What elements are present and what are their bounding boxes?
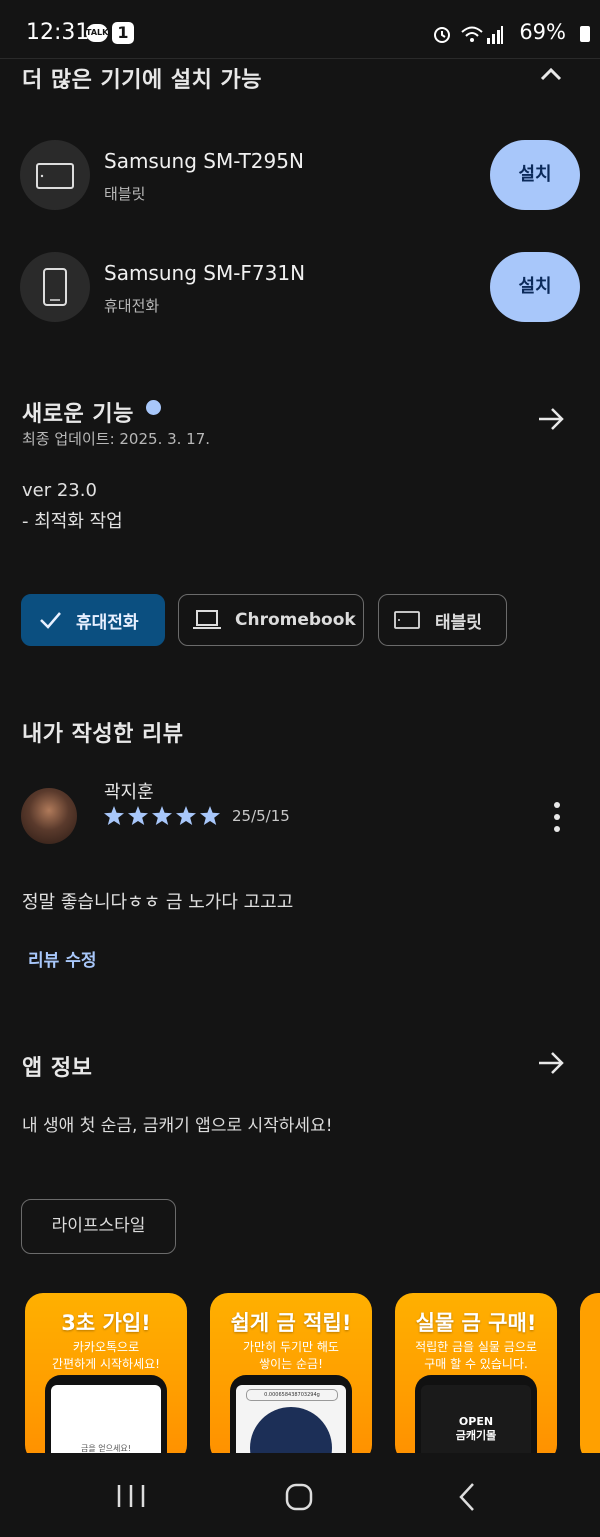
category-chip[interactable]: 라이프스타일 — [21, 1199, 176, 1254]
review-date: 25/5/15 — [232, 807, 290, 825]
back-icon[interactable] — [456, 1482, 478, 1512]
arrow-right-icon[interactable] — [536, 404, 566, 434]
battery-percent: 69% — [519, 20, 566, 44]
phone-mockup: OPEN 금캐기몰 — [415, 1375, 537, 1463]
notification-count-badge: 1 — [112, 22, 134, 44]
status-time: 12:31 — [26, 20, 90, 45]
device-name: Samsung SM-F731N — [104, 261, 306, 285]
screenshot-card[interactable]: 3초 가입! 카카오톡으로 간편하게 시작하세요! 금을 얻으세요! — [25, 1293, 187, 1463]
my-review-title: 내가 작성한 리뷰 — [22, 722, 184, 747]
review-author: 곽지훈 — [104, 782, 154, 803]
app-description: 내 생애 첫 순금, 금캐기 앱으로 시작하세요! — [22, 1116, 333, 1136]
version-text: ver 23.0 — [22, 480, 97, 501]
check-icon — [40, 612, 61, 629]
screenshot-title: 쉽게 금 적립! — [230, 1311, 352, 1335]
screenshot-title: 실물 금 구매! — [415, 1311, 537, 1335]
device-row: Samsung SM-F731N 휴대전화 설치 — [0, 247, 600, 337]
device-name: Samsung SM-T295N — [104, 149, 304, 173]
screenshot-caption-line: 적립한 금을 실물 금으로 — [415, 1340, 537, 1354]
install-section-title: 더 많은 기기에 설치 가능 — [22, 68, 263, 93]
alarm-icon — [434, 27, 450, 43]
status-bar: 12:31 TALK 1 69% — [0, 0, 600, 59]
screenshot-caption-line: 간편하게 시작하세요! — [52, 1357, 160, 1371]
star-icons — [104, 806, 220, 825]
screenshot-caption-line: 쌓이는 순금! — [259, 1357, 323, 1371]
chip-phone[interactable]: 휴대전화 — [21, 594, 165, 646]
avatar — [21, 788, 77, 844]
edit-review-link[interactable]: 리뷰 수정 — [28, 946, 96, 971]
recents-icon[interactable] — [116, 1483, 146, 1509]
screenshot-title: 3초 가입! — [61, 1311, 151, 1335]
chip-label: 휴대전화 — [76, 612, 139, 633]
chevron-up-icon[interactable] — [540, 66, 562, 82]
screenshot-caption-line: 카카오톡으로 — [72, 1340, 140, 1354]
device-type: 휴대전화 — [104, 297, 160, 315]
screenshot-card[interactable]: 실물 금 구매! 적립한 금을 실물 금으로 구매 할 수 있습니다. OPEN… — [395, 1293, 557, 1463]
tablet-icon — [20, 140, 90, 210]
wifi-icon — [461, 26, 483, 42]
chip-label: 태블릿 — [435, 612, 482, 633]
system-nav-bar — [0, 1453, 600, 1537]
new-dot-indicator — [146, 400, 161, 415]
phone-icon — [20, 252, 90, 322]
screen-text: 0.000658438703294g — [246, 1389, 338, 1401]
app-info-title: 앱 정보 — [22, 1056, 93, 1081]
last-updated: 최종 업데이트: 2025. 3. 17. — [22, 430, 211, 448]
screenshot-card[interactable]: 쉽게 금 적립! 가만히 두기만 해도 쌓이는 순금! 0.0006584387… — [210, 1293, 372, 1463]
install-button[interactable]: 설치 — [490, 252, 580, 322]
laptop-icon — [193, 610, 221, 629]
phone-mockup: 금을 얻으세요! — [45, 1375, 167, 1463]
screenshot-card-partial[interactable] — [580, 1293, 600, 1463]
chip-label: Chromebook — [235, 610, 356, 630]
screen-text: OPEN 금캐기몰 — [455, 1415, 497, 1442]
review-text: 정말 좋습니다ㅎㅎ 금 노가다 고고고 — [22, 892, 294, 913]
chip-tablet[interactable]: 태블릿 — [378, 594, 507, 646]
chip-chromebook[interactable]: Chromebook — [178, 594, 364, 646]
signal-icon — [487, 26, 503, 44]
arrow-right-icon[interactable] — [536, 1048, 566, 1078]
more-vert-icon[interactable] — [550, 800, 564, 834]
device-type: 태블릿 — [104, 185, 146, 203]
whats-new-title: 새로운 기능 — [22, 402, 134, 427]
screenshot-caption-line: 가만히 두기만 해도 — [243, 1340, 339, 1354]
battery-icon — [580, 26, 590, 42]
phone-mockup: 0.000658438703294g — [230, 1375, 352, 1463]
screenshot-caption-line: 구매 할 수 있습니다. — [424, 1357, 528, 1371]
install-button[interactable]: 설치 — [490, 140, 580, 210]
tablet-icon — [394, 611, 420, 629]
release-note: - 최적화 작업 — [22, 511, 123, 532]
home-icon[interactable] — [284, 1482, 314, 1512]
star-rating — [104, 806, 222, 830]
device-row: Samsung SM-T295N 태블릿 설치 — [0, 135, 600, 225]
kakaotalk-icon: TALK — [86, 24, 108, 42]
